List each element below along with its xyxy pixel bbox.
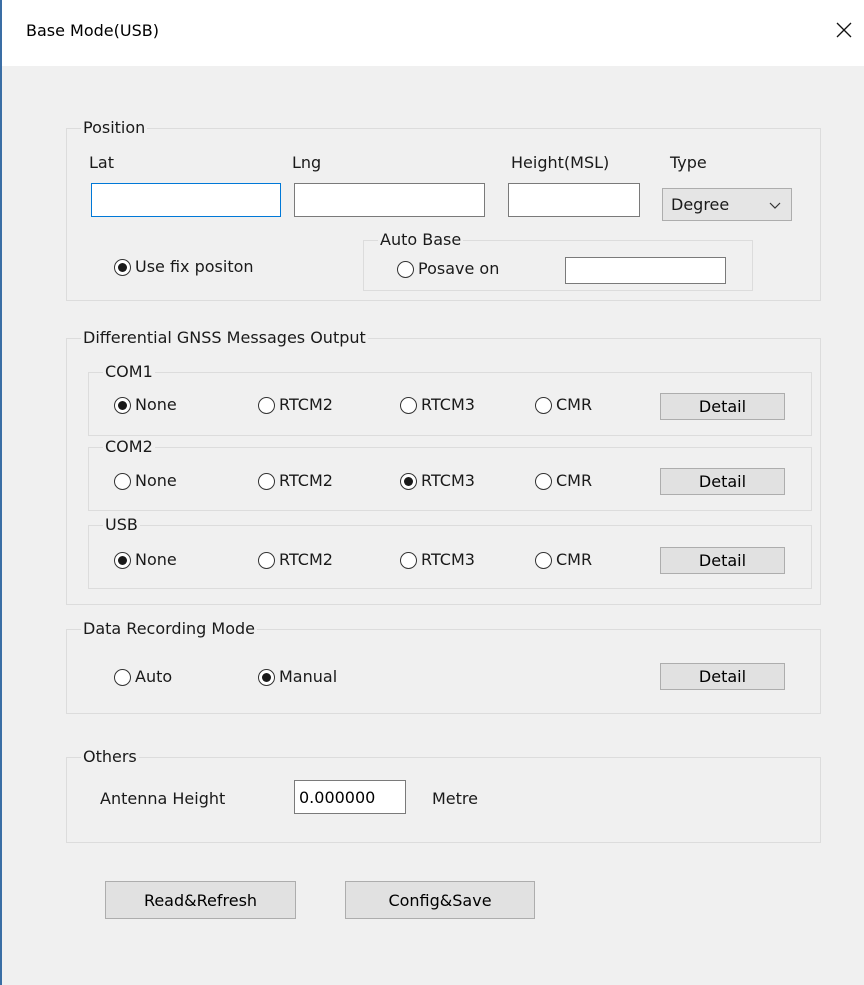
com1-cmr-radio[interactable]: CMR (535, 395, 592, 415)
posave-input[interactable] (565, 257, 726, 284)
radio-indicator (114, 472, 131, 490)
com2-rtcm3-radio[interactable]: RTCM3 (400, 471, 475, 491)
close-button[interactable] (824, 12, 864, 48)
radio-indicator (400, 472, 417, 490)
title-bar: Base Mode(USB) (2, 0, 864, 66)
type-dropdown[interactable]: Degree (662, 188, 792, 221)
usb-rtcm2-radio[interactable]: RTCM2 (258, 550, 333, 570)
com1-detail-button[interactable]: Detail (660, 393, 785, 420)
radio-label: CMR (556, 395, 593, 414)
radio-label: None (135, 471, 177, 490)
radio-label: RTCM3 (421, 471, 475, 490)
usb-legend: USB (103, 515, 140, 535)
radio-indicator (114, 668, 131, 686)
radio-indicator (535, 472, 552, 490)
radio-indicator (114, 551, 131, 569)
radio-indicator (397, 260, 414, 278)
recording-manual-radio[interactable]: Manual (258, 667, 337, 687)
recording-detail-button[interactable]: Detail (660, 663, 785, 690)
posave-on-label: Posave on (418, 259, 500, 278)
com1-rtcm2-radio[interactable]: RTCM2 (258, 395, 333, 415)
window-title: Base Mode(USB) (26, 21, 159, 40)
radio-label: RTCM2 (279, 395, 333, 414)
com2-cmr-radio[interactable]: CMR (535, 471, 592, 491)
com2-rtcm2-radio[interactable]: RTCM2 (258, 471, 333, 491)
lng-input[interactable] (294, 183, 485, 217)
dialog-window: Base Mode(USB) Position Lat Lng Height(M… (0, 0, 864, 985)
use-fix-position-label: Use fix positon (135, 257, 254, 276)
com2-detail-button[interactable]: Detail (660, 468, 785, 495)
chevron-down-icon (769, 202, 781, 209)
radio-indicator (400, 396, 417, 414)
radio-indicator (258, 668, 275, 686)
recording-auto-radio[interactable]: Auto (114, 667, 172, 687)
radio-indicator (114, 258, 131, 276)
com2-none-radio[interactable]: None (114, 471, 177, 491)
radio-label: Manual (279, 667, 338, 686)
com2-legend: COM2 (103, 437, 155, 457)
type-dropdown-value: Degree (671, 195, 730, 214)
usb-none-radio[interactable]: None (114, 550, 177, 570)
auto-base-legend: Auto Base (378, 230, 464, 250)
radio-label: CMR (556, 550, 593, 569)
radio-label: RTCM3 (421, 550, 475, 569)
radio-indicator (258, 551, 275, 569)
radio-indicator (114, 396, 131, 414)
lng-label: Lng (292, 153, 322, 172)
radio-indicator (258, 472, 275, 490)
antenna-height-label: Antenna Height (100, 789, 226, 808)
radio-label: CMR (556, 471, 593, 490)
antenna-height-unit: Metre (432, 789, 478, 808)
com1-legend: COM1 (103, 362, 155, 382)
lat-input[interactable] (91, 183, 281, 217)
com1-rtcm3-radio[interactable]: RTCM3 (400, 395, 475, 415)
radio-label: Auto (135, 667, 173, 686)
usb-detail-button[interactable]: Detail (660, 547, 785, 574)
radio-label: RTCM3 (421, 395, 475, 414)
lat-label: Lat (89, 153, 114, 172)
position-legend: Position (81, 118, 148, 138)
data-recording-legend: Data Recording Mode (81, 619, 257, 639)
radio-indicator (535, 396, 552, 414)
radio-indicator (400, 551, 417, 569)
radio-label: RTCM2 (279, 550, 333, 569)
read-refresh-button[interactable]: Read&Refresh (105, 881, 296, 919)
com1-none-radio[interactable]: None (114, 395, 177, 415)
radio-label: None (135, 550, 177, 569)
close-icon (836, 22, 852, 38)
radio-label: None (135, 395, 177, 414)
differential-gnss-legend: Differential GNSS Messages Output (81, 328, 368, 348)
use-fix-position-radio[interactable]: Use fix positon (114, 257, 254, 277)
posave-on-radio[interactable]: Posave on (397, 259, 499, 279)
height-input[interactable] (508, 183, 640, 217)
config-save-button[interactable]: Config&Save (345, 881, 535, 919)
radio-label: RTCM2 (279, 471, 333, 490)
radio-indicator (258, 396, 275, 414)
radio-indicator (535, 551, 552, 569)
height-label: Height(MSL) (511, 153, 610, 172)
usb-rtcm3-radio[interactable]: RTCM3 (400, 550, 475, 570)
type-label: Type (670, 153, 707, 172)
usb-cmr-radio[interactable]: CMR (535, 550, 592, 570)
antenna-height-input[interactable] (294, 780, 406, 814)
others-legend: Others (81, 747, 139, 767)
